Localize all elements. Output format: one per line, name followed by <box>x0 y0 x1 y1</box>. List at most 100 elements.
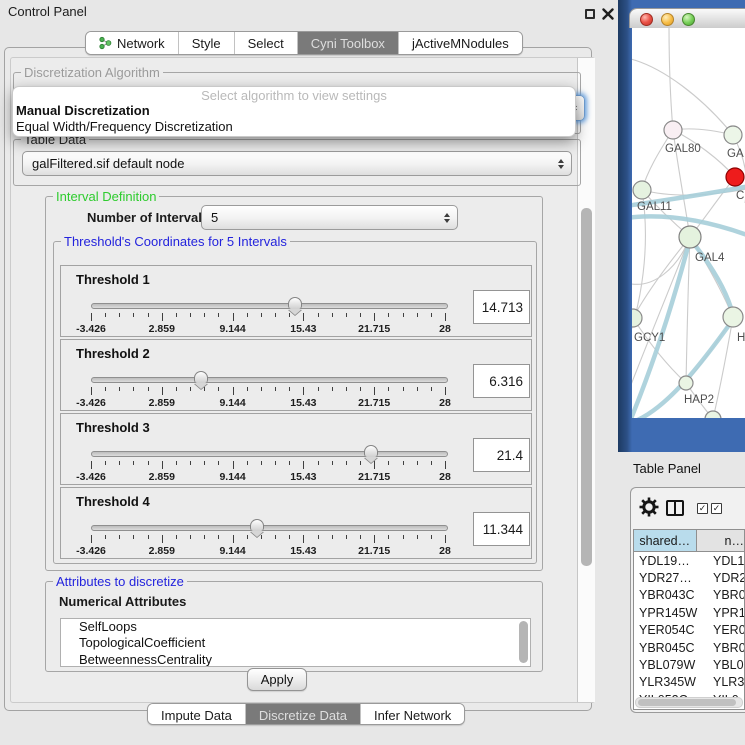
table-header-name[interactable]: n… <box>697 530 744 551</box>
split-columns-icon[interactable] <box>666 500 684 516</box>
network-node-node-GA[interactable] <box>724 126 742 144</box>
slider-tick <box>403 387 404 391</box>
threshold-slider-thumb[interactable] <box>194 371 208 383</box>
table-cell-shared-name[interactable]: YBR045C <box>634 639 708 656</box>
table-row[interactable]: YBR043CYBR0… <box>634 587 744 604</box>
attribute-list-item[interactable]: BetweennessCentrality <box>61 652 530 667</box>
table-header-shared-name[interactable]: shared… <box>634 530 697 551</box>
slider-tick <box>303 535 304 543</box>
network-canvas[interactable]: GAL80GACGAL11GAL4GCY1HHAP2 <box>632 28 745 418</box>
table-cell-name[interactable]: YPR1… <box>708 604 744 621</box>
table-hscrollbar-thumb[interactable] <box>638 699 736 706</box>
main-scrollbar-thumb[interactable] <box>581 208 592 566</box>
table-cell-shared-name[interactable]: YDL19… <box>634 552 708 569</box>
zoom-traffic-light-icon[interactable] <box>682 13 695 26</box>
number-of-intervals-combo[interactable]: 5 <box>201 205 458 230</box>
network-node-GAL4[interactable] <box>679 226 701 248</box>
table-cell-name[interactable]: YLR3… <box>708 674 744 691</box>
slider-tick <box>431 313 432 317</box>
table-cell-shared-name[interactable]: YBL079W <box>634 656 708 673</box>
apply-button[interactable]: Apply <box>247 668 307 691</box>
threshold-panel-3: Threshold 3-3.4262.8599.14415.4321.71528… <box>60 413 532 485</box>
table-data-combo[interactable]: galFiltered.sif default node <box>22 151 572 176</box>
table-row[interactable]: YDR27…YDR2… <box>634 569 744 586</box>
threshold-value-field[interactable]: 11.344 <box>473 512 530 546</box>
network-node-label: HAP2 <box>684 394 714 406</box>
attributes-scrollbar-thumb[interactable] <box>519 621 528 663</box>
table-cell-name[interactable]: YDL1… <box>708 552 744 569</box>
slider-tick <box>247 313 248 317</box>
slider-tick <box>445 535 446 543</box>
algorithm-option-manual[interactable]: Manual Discretization <box>16 103 150 118</box>
threshold-slider-thumb[interactable] <box>250 519 264 531</box>
tab-style[interactable]: Style <box>179 32 235 54</box>
network-node-node-H[interactable] <box>723 307 743 327</box>
float-window-icon[interactable] <box>585 9 595 19</box>
table-cell-name[interactable]: YBR0… <box>708 587 744 604</box>
slider-tick <box>332 461 333 465</box>
close-icon[interactable] <box>602 8 614 20</box>
threshold-slider-track[interactable] <box>91 377 448 383</box>
threshold-panel-1: Threshold 1-3.4262.8599.14415.4321.71528… <box>60 265 532 337</box>
network-node-GCY1[interactable] <box>632 309 642 327</box>
mode-tab-infer-network[interactable]: Infer Network <box>361 704 464 725</box>
slider-tick <box>91 313 92 321</box>
table-cell-name[interactable]: YBR0… <box>708 639 744 656</box>
attribute-list-item[interactable]: TopologicalCoefficient <box>61 635 530 651</box>
table-cell-shared-name[interactable]: YPR145W <box>634 604 708 621</box>
table-hscrollbar[interactable] <box>635 697 743 708</box>
table-row[interactable]: YDL19…YDL1… <box>634 552 744 569</box>
slider-tick-label: -3.426 <box>76 545 106 557</box>
table-cell-shared-name[interactable]: YER054C <box>634 622 708 639</box>
network-node-HAP2[interactable] <box>679 376 693 390</box>
network-window-titlebar[interactable] <box>629 8 745 28</box>
table-cell-name[interactable]: YBL0… <box>708 656 744 673</box>
tab-select[interactable]: Select <box>235 32 298 54</box>
table-cell-shared-name[interactable]: YBR043C <box>634 587 708 604</box>
threshold-value-field[interactable]: 21.4 <box>473 438 530 472</box>
table-cell-name[interactable]: YDR2… <box>708 569 744 586</box>
attribute-list-item[interactable]: SelfLoops <box>61 619 530 635</box>
threshold-value-field[interactable]: 6.316 <box>473 364 530 398</box>
threshold-slider-track[interactable] <box>91 303 448 309</box>
interval-definition-group: Interval Definition Number of Intervals … <box>45 196 543 571</box>
mode-tab-impute-data[interactable]: Impute Data <box>148 704 246 725</box>
table-row[interactable]: YPR145WYPR1… <box>634 604 744 621</box>
slider-tick-label: 21.715 <box>358 545 390 557</box>
tab-cyni-toolbox[interactable]: Cyni Toolbox <box>298 32 399 54</box>
slider-tick <box>105 535 106 539</box>
slider-tick <box>403 535 404 539</box>
table-cell-shared-name[interactable]: YDR27… <box>634 569 708 586</box>
network-node-GAL11[interactable] <box>633 181 651 199</box>
threshold-slider-thumb[interactable] <box>364 445 378 457</box>
table-cell-name[interactable]: YER0… <box>708 622 744 639</box>
checkbox-icon[interactable]: ✓ <box>697 503 708 514</box>
table-row[interactable]: YLR345WYLR3… <box>634 674 744 691</box>
numerical-attributes-list[interactable]: SelfLoopsTopologicalCoefficientBetweenne… <box>60 618 531 667</box>
gear-icon[interactable] <box>639 497 659 517</box>
table-row[interactable]: YER054CYER0… <box>634 622 744 639</box>
table-row[interactable]: YBR045CYBR0… <box>634 639 744 656</box>
threshold-slider-track[interactable] <box>91 451 448 457</box>
minimize-traffic-light-icon[interactable] <box>661 13 674 26</box>
algorithm-option-equal-width[interactable]: Equal Width/Frequency Discretization <box>16 119 233 134</box>
slider-tick <box>233 461 234 469</box>
threshold-value-field[interactable]: 14.713 <box>473 290 530 324</box>
checkbox-icon[interactable]: ✓ <box>711 503 722 514</box>
threshold-slider-thumb[interactable] <box>288 297 302 309</box>
slider-tick <box>105 313 106 317</box>
network-node-GAL80[interactable] <box>664 121 682 139</box>
tab-network[interactable]: Network <box>86 32 179 54</box>
slider-tick <box>190 387 191 391</box>
tab-jactivemnodules[interactable]: jActiveMNodules <box>399 32 522 54</box>
slider-tick-label: 9.144 <box>219 471 245 483</box>
close-traffic-light-icon[interactable] <box>640 13 653 26</box>
mode-tab-discretize-data[interactable]: Discretize Data <box>246 704 361 725</box>
slider-tick <box>318 313 319 317</box>
slider-tick <box>218 535 219 539</box>
threshold-slider-track[interactable] <box>91 525 448 531</box>
table-cell-shared-name[interactable]: YLR345W <box>634 674 708 691</box>
slider-tick <box>332 387 333 391</box>
network-node-red-node[interactable] <box>726 168 744 186</box>
table-row[interactable]: YBL079WYBL0… <box>634 656 744 673</box>
